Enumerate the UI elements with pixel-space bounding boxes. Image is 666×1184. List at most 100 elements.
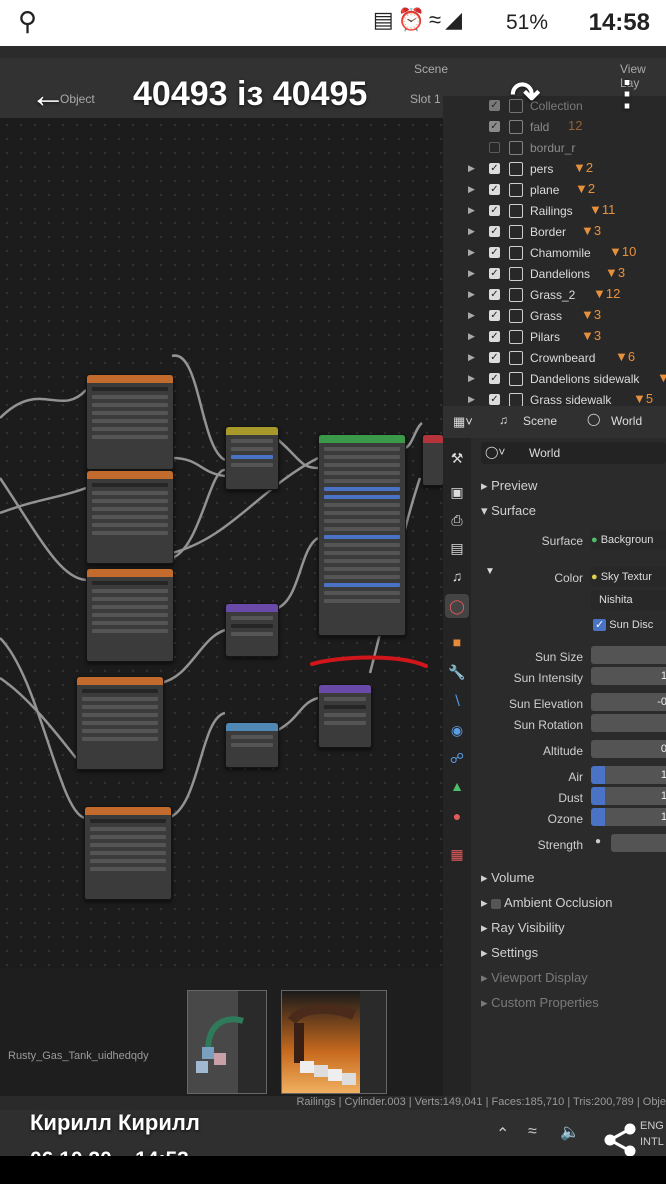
window-thumbnail[interactable] [187,990,267,1094]
language-bottom[interactable]: INTL [640,1136,664,1148]
render-tab-icon[interactable]: ▣ [445,480,469,504]
checkbox[interactable]: ✓ [489,331,500,342]
expand-arrow-icon[interactable]: ▶ [468,226,475,237]
volume-icon[interactable]: 🔈 [560,1122,580,1142]
image-texture-node[interactable] [86,568,174,662]
color-input-field[interactable]: ● Sky Textur [591,567,666,587]
checkbox[interactable]: ✓ [489,247,500,258]
sun-elevation-field[interactable]: -0 [591,693,666,711]
dust-field[interactable]: 1 [591,787,666,805]
section-viewport-display[interactable]: ▸ Viewport Display [481,970,588,986]
image-texture-node[interactable] [86,470,174,564]
network-icon[interactable]: ≈ [528,1123,537,1141]
search-icon[interactable]: ⚲ [18,6,37,37]
world-tab-icon[interactable]: ◯ [445,594,469,618]
color-collapse-icon[interactable]: ▼ [485,566,495,577]
math-node[interactable] [225,603,279,657]
view-layer-tab-icon[interactable]: ▤ [445,536,469,560]
constraints-tab-icon[interactable]: ☍ [445,746,469,770]
section-settings[interactable]: ▸ Settings [481,945,538,961]
surface-shader-field[interactable]: ● Backgroun [591,530,666,550]
checkbox[interactable] [489,142,500,153]
output-tab-icon[interactable]: ⎙ [445,508,469,532]
ozone-field[interactable]: 1 [591,808,666,826]
sun-rotation-field[interactable] [591,714,666,732]
more-options-icon[interactable]: ⋮ [610,74,644,114]
outliner-item[interactable]: ✓ fald 12 [443,117,666,138]
checkbox[interactable]: ✓ [489,289,500,300]
outliner-item[interactable]: ▶ ✓ plane ▼2 [443,180,666,201]
outliner-item[interactable]: ▶ ✓ pers ▼2 [443,159,666,180]
tool-tab-icon[interactable]: ⚒ [445,446,469,470]
outliner-item[interactable]: bordur_r [443,138,666,159]
checkbox[interactable]: ✓ [489,310,500,321]
material-output-node[interactable] [422,434,444,486]
section-custom-properties[interactable]: ▸ Custom Properties [481,995,599,1011]
expand-arrow-icon[interactable]: ▶ [468,352,475,363]
sun-size-field[interactable] [591,646,666,664]
editor-type-icon[interactable]: ▦˅ [453,414,473,430]
expand-arrow-icon[interactable]: ▶ [468,394,475,405]
material-tab-icon[interactable]: ● [445,804,469,828]
mix-rgb-node[interactable] [225,426,279,490]
checkbox[interactable]: ✓ [489,184,500,195]
strength-field[interactable] [611,834,666,852]
outliner-item[interactable]: ▶ ✓ Border ▼3 [443,222,666,243]
share-forward-icon[interactable]: ↷ [510,74,540,116]
air-field[interactable]: 1 [591,766,666,784]
outliner-item[interactable]: ▶ ✓ Dandelions ▼3 [443,264,666,285]
checkbox[interactable]: ✓ [489,226,500,237]
outliner-item[interactable]: ▶ ✓ Grass_2 ▼12 [443,285,666,306]
expand-arrow-icon[interactable]: ▶ [468,373,475,384]
checkbox[interactable]: ✓ [489,352,500,363]
checkbox[interactable]: ✓ [489,205,500,216]
section-surface[interactable]: ▾ Surface [481,503,536,519]
section-preview[interactable]: ▸ Preview [481,478,537,494]
expand-arrow-icon[interactable]: ▶ [468,163,475,174]
object-tab-icon[interactable]: ■ [445,630,469,654]
outliner-item[interactable]: ▶ ✓ Crownbeard ▼6 [443,348,666,369]
expand-arrow-icon[interactable]: ▶ [468,268,475,279]
mapping-node[interactable] [225,722,279,768]
expand-arrow-icon[interactable]: ▶ [468,205,475,216]
physics-tab-icon[interactable]: ◉ [445,718,469,742]
shader-node-editor[interactable] [0,118,444,968]
outliner-item[interactable]: ▶ ✓ Pilars ▼3 [443,327,666,348]
scene-tab-icon[interactable]: ♫ [445,564,469,588]
checkbox[interactable]: ✓ [489,268,500,279]
modifier-tab-icon[interactable]: 🔧 [445,660,469,684]
texture-tab-icon[interactable]: ▦ [445,842,469,866]
outliner-item[interactable]: ▶ ✓ Grass ▼3 [443,306,666,327]
particles-tab-icon[interactable]: ∖ [445,688,469,712]
chevron-up-icon[interactable]: ⌃ [496,1124,509,1144]
world-selector[interactable]: ◯˅ World [481,442,666,464]
data-tab-icon[interactable]: ▲ [445,774,469,798]
section-volume[interactable]: ▸ Volume [481,870,535,886]
strength-socket-icon[interactable]: ● [595,836,601,847]
section-ray-visibility[interactable]: ▸ Ray Visibility [481,920,565,936]
image-texture-node[interactable] [76,676,164,770]
slot-selector[interactable]: Slot 1 [410,92,441,106]
properties-scene-label[interactable]: Scene [523,414,557,428]
checkbox[interactable]: ✓ [489,163,500,174]
window-thumbnail[interactable] [281,990,387,1094]
checkbox[interactable]: ✓ [489,100,500,111]
sun-disc-checkbox[interactable]: ✓ Sun Disc [593,618,653,631]
image-texture-node[interactable] [84,806,172,900]
bump-node[interactable] [318,684,372,748]
expand-arrow-icon[interactable]: ▶ [468,310,475,321]
outliner-item[interactable]: ▶ ✓ Dandelions sidewalk ▼ [443,369,666,390]
expand-arrow-icon[interactable]: ▶ [468,331,475,342]
back-arrow-icon[interactable]: ← [30,74,66,116]
expand-arrow-icon[interactable]: ▶ [468,289,475,300]
image-texture-node[interactable] [86,374,174,470]
outliner-panel[interactable]: ✓ Collection ✓ fald 12 bordur_r ▶ ✓ pers ▼2 ▶ ✓… [443,96,666,407]
principled-bsdf-node[interactable] [318,434,406,636]
sky-type-dropdown[interactable]: Nishita [591,590,666,610]
language-top[interactable]: ENG [640,1120,664,1132]
expand-arrow-icon[interactable]: ▶ [468,184,475,195]
altitude-field[interactable]: 0 [591,740,666,758]
section-ambient-occlusion[interactable]: ▸ Ambient Occlusion [481,895,612,911]
checkbox[interactable]: ✓ [489,373,500,384]
properties-world-label[interactable]: World [611,414,642,428]
